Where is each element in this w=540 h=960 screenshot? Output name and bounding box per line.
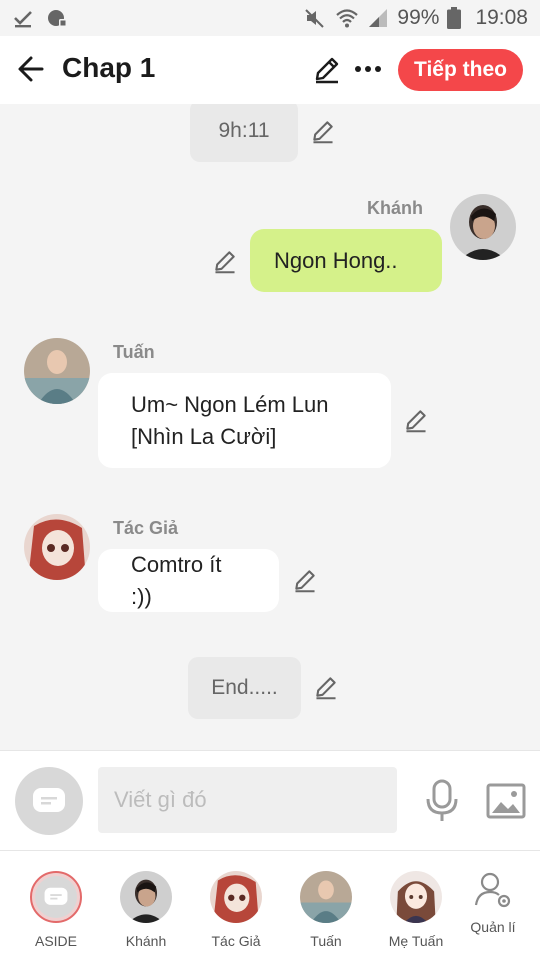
sender-name: Tuấn [113,342,155,362]
message-line: Um~ Ngon Lém Lun [131,391,329,417]
more-options-button[interactable] [354,54,382,84]
nav-label: Tác Giả [211,933,261,949]
avatar-khanh[interactable] [450,194,516,260]
edit-title-button[interactable] [312,54,342,84]
pencil-icon [295,570,315,593]
wifi-icon [335,7,359,29]
time-chip[interactable]: 9h:11 [190,104,298,162]
avatar-tuan[interactable] [24,338,90,404]
pencil-icon [406,410,426,433]
image-icon [486,783,526,819]
battery-icon [447,7,462,29]
message-bubble[interactable]: Um~ Ngon Lém Lun [Nhìn La Cười] [98,373,391,468]
chat-bubble-icon [44,887,68,905]
avatar [390,871,442,923]
page-title: Chap 1 [62,52,156,83]
microphone-icon [426,779,458,821]
battery-percent: 99% [397,6,440,29]
sender-name: Khánh [367,198,423,218]
mute-icon [303,7,327,29]
user-settings-icon [474,872,511,908]
nav-item-me-tuan[interactable]: Mẹ Tuấn [370,851,460,960]
chat-bubble-icon [33,788,65,812]
nav-item-tuan[interactable]: Tuấn [280,851,370,960]
composer-bar [0,750,540,850]
download-done-icon [12,7,34,29]
nav-label: Khánh [125,933,167,949]
avatar [300,871,352,923]
pencil-icon [215,251,235,274]
message-bubble[interactable]: Comtro ít :)) [98,549,279,612]
avatar [120,871,172,923]
insert-image-button[interactable] [486,781,526,821]
voice-input-button[interactable] [422,779,462,823]
aside-button[interactable] [15,767,83,835]
more-dots-icon [355,66,381,72]
person-avatar-icon [120,871,172,923]
pencil-icon [315,57,339,84]
edit-time-chip-button[interactable] [310,118,336,144]
nav-label: Mẹ Tuấn [388,933,444,949]
person-avatar-icon [210,871,262,923]
edit-message-button[interactable] [292,567,318,593]
person-avatar-icon [24,514,90,580]
arrow-left-icon [18,56,44,82]
end-chip[interactable]: End..... [188,657,301,719]
vpn-globe-icon [46,7,68,29]
clock: 19:08 [475,6,528,29]
nav-label: Quản lí [470,919,516,935]
signal-icon [367,7,389,29]
nav-item-khanh[interactable]: Khánh [100,851,190,960]
pencil-icon [313,121,333,144]
message-input[interactable] [98,767,397,833]
avatar [210,871,262,923]
aside-avatar [30,871,82,923]
person-avatar-icon [450,194,516,260]
edit-message-button[interactable] [212,248,238,274]
back-button[interactable] [16,53,48,85]
person-avatar-icon [300,871,352,923]
nav-item-aside[interactable]: ASIDE [10,851,100,960]
nav-label: Tuấn [310,933,342,949]
status-bar: 99% 19:08 [0,0,540,36]
person-avatar-icon [24,338,90,404]
pencil-icon [316,677,336,700]
top-bar: Chap 1 Tiếp theo [0,36,540,104]
message-bubble-own[interactable]: Ngon Hong.. [250,229,442,292]
nav-label: ASIDE [34,933,77,949]
chat-area[interactable]: 9h:11 Khánh Ngon Hong.. Tuấn Um~ Ngon Lé… [0,104,540,750]
message-line: [Nhìn La Cười] [131,423,277,449]
character-bar: ASIDE Khánh Tác Giả Tuấn Mẹ Tuấn Quản lí [0,850,540,960]
edit-message-button[interactable] [403,407,429,433]
nav-item-tac-gia[interactable]: Tác Giả [190,851,280,960]
next-chapter-button[interactable]: Tiếp theo [398,49,523,91]
sender-name: Tác Giả [113,518,179,538]
avatar-tac-gia[interactable] [24,514,90,580]
edit-end-chip-button[interactable] [313,674,339,700]
person-avatar-icon [390,871,442,923]
